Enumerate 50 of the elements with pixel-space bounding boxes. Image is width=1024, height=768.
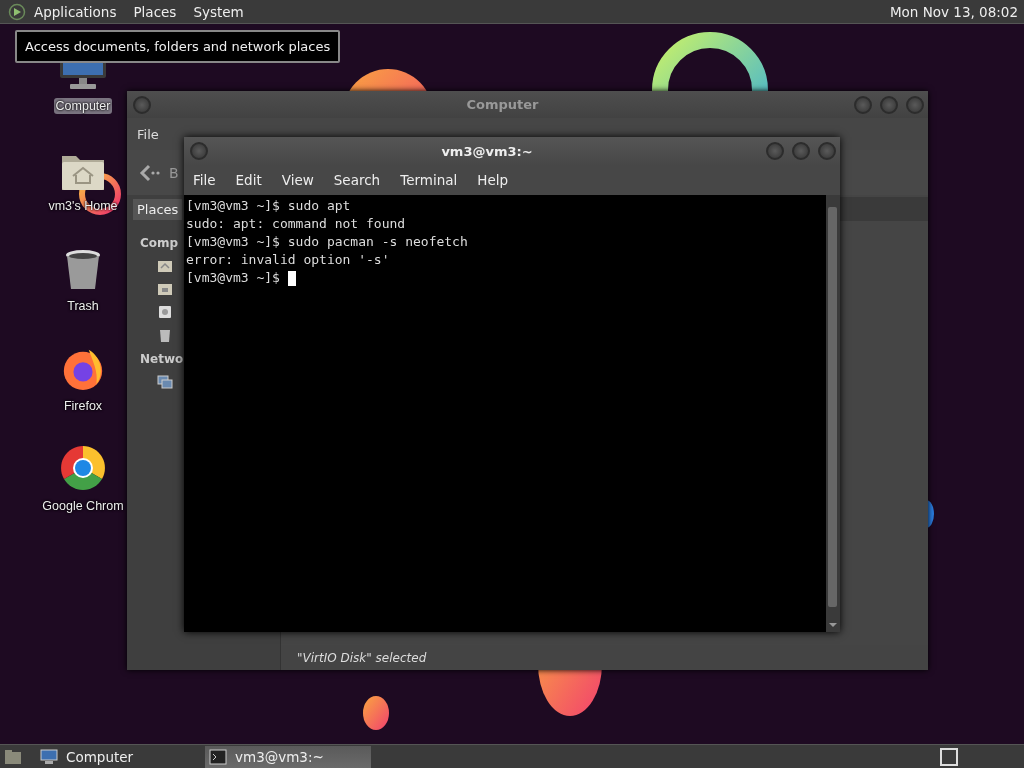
icon-label[interactable]: Computer [53, 98, 113, 114]
window-menu-button[interactable] [133, 95, 151, 114]
close-button[interactable] [818, 142, 836, 160]
taskbar-button[interactable]: Computer [36, 745, 202, 768]
show-desktop-icon[interactable] [4, 748, 22, 765]
sidebar-heading: Comp [140, 236, 179, 250]
places-button[interactable]: Places [133, 199, 183, 220]
menu-item[interactable]: View [281, 172, 314, 188]
minimize-button[interactable] [854, 95, 872, 114]
minimize-button[interactable] [766, 142, 784, 160]
terminal-line: error: invalid option '-s' [186, 251, 390, 269]
sidebar-heading: Netwo [140, 352, 184, 366]
menu-item[interactable]: Terminal [400, 172, 458, 188]
menu-item[interactable]: File [193, 172, 216, 188]
terminal-line: [vm3@vm3 ~]$ sudo pacman -s neofetch [186, 233, 468, 251]
window-menu-button[interactable] [190, 142, 208, 160]
window-title: vm3@vm3:~ [440, 143, 534, 159]
terminal-output[interactable]: [vm3@vm3 ~]$ sudo apt sudo: apt: command not found [vm3@vm3 ~]$ sudo pacman -s neofetch error: invalid option '-s' [vm3@vm3 ~]$ [184, 195, 826, 632]
icon-label[interactable]: Firefox [61, 398, 105, 414]
circle-segments-icon[interactable] [59, 444, 107, 492]
terminal-line: sudo: apt: command not found [186, 215, 406, 233]
trash-icon[interactable] [63, 248, 103, 292]
icon-label[interactable]: Google Chrom [40, 498, 126, 514]
menu-item[interactable]: File [137, 126, 159, 142]
back-arrow-icon [139, 162, 161, 183]
panel-menu[interactable]: Applications [34, 3, 117, 20]
window-title: Computer [465, 97, 540, 112]
terminal-icon [209, 748, 227, 765]
close-button[interactable] [906, 95, 924, 114]
menu-item[interactable]: Search [333, 172, 381, 188]
tooltip: Access documents, folders and network places [15, 30, 341, 63]
scrollbar[interactable] [826, 195, 840, 632]
maximize-button[interactable] [880, 95, 898, 114]
status-text: "VirtIO Disk" selected [297, 650, 427, 665]
workspace-switcher[interactable] [940, 747, 958, 766]
icon-label[interactable]: Trash [65, 298, 101, 314]
network-icon [157, 373, 173, 390]
terminal-line: [vm3@vm3 ~]$ sudo apt [186, 197, 351, 215]
menu-item[interactable]: Edit [235, 172, 262, 188]
text-cursor [287, 270, 296, 286]
terminal-line: [vm3@vm3 ~]$ [186, 269, 281, 287]
panel-menu[interactable]: System [193, 3, 244, 20]
logo-icon[interactable] [8, 2, 26, 21]
taskbar-button[interactable]: vm3@vm3:~ [205, 745, 371, 768]
panel-menu[interactable]: Places [133, 3, 177, 20]
menu-item[interactable]: Help [477, 172, 509, 188]
monitor-icon [40, 748, 58, 765]
maximize-button[interactable] [792, 142, 810, 160]
clock[interactable]: Mon Nov 13, 08:02 [889, 3, 1018, 20]
scroll-down-icon[interactable] [828, 622, 838, 628]
